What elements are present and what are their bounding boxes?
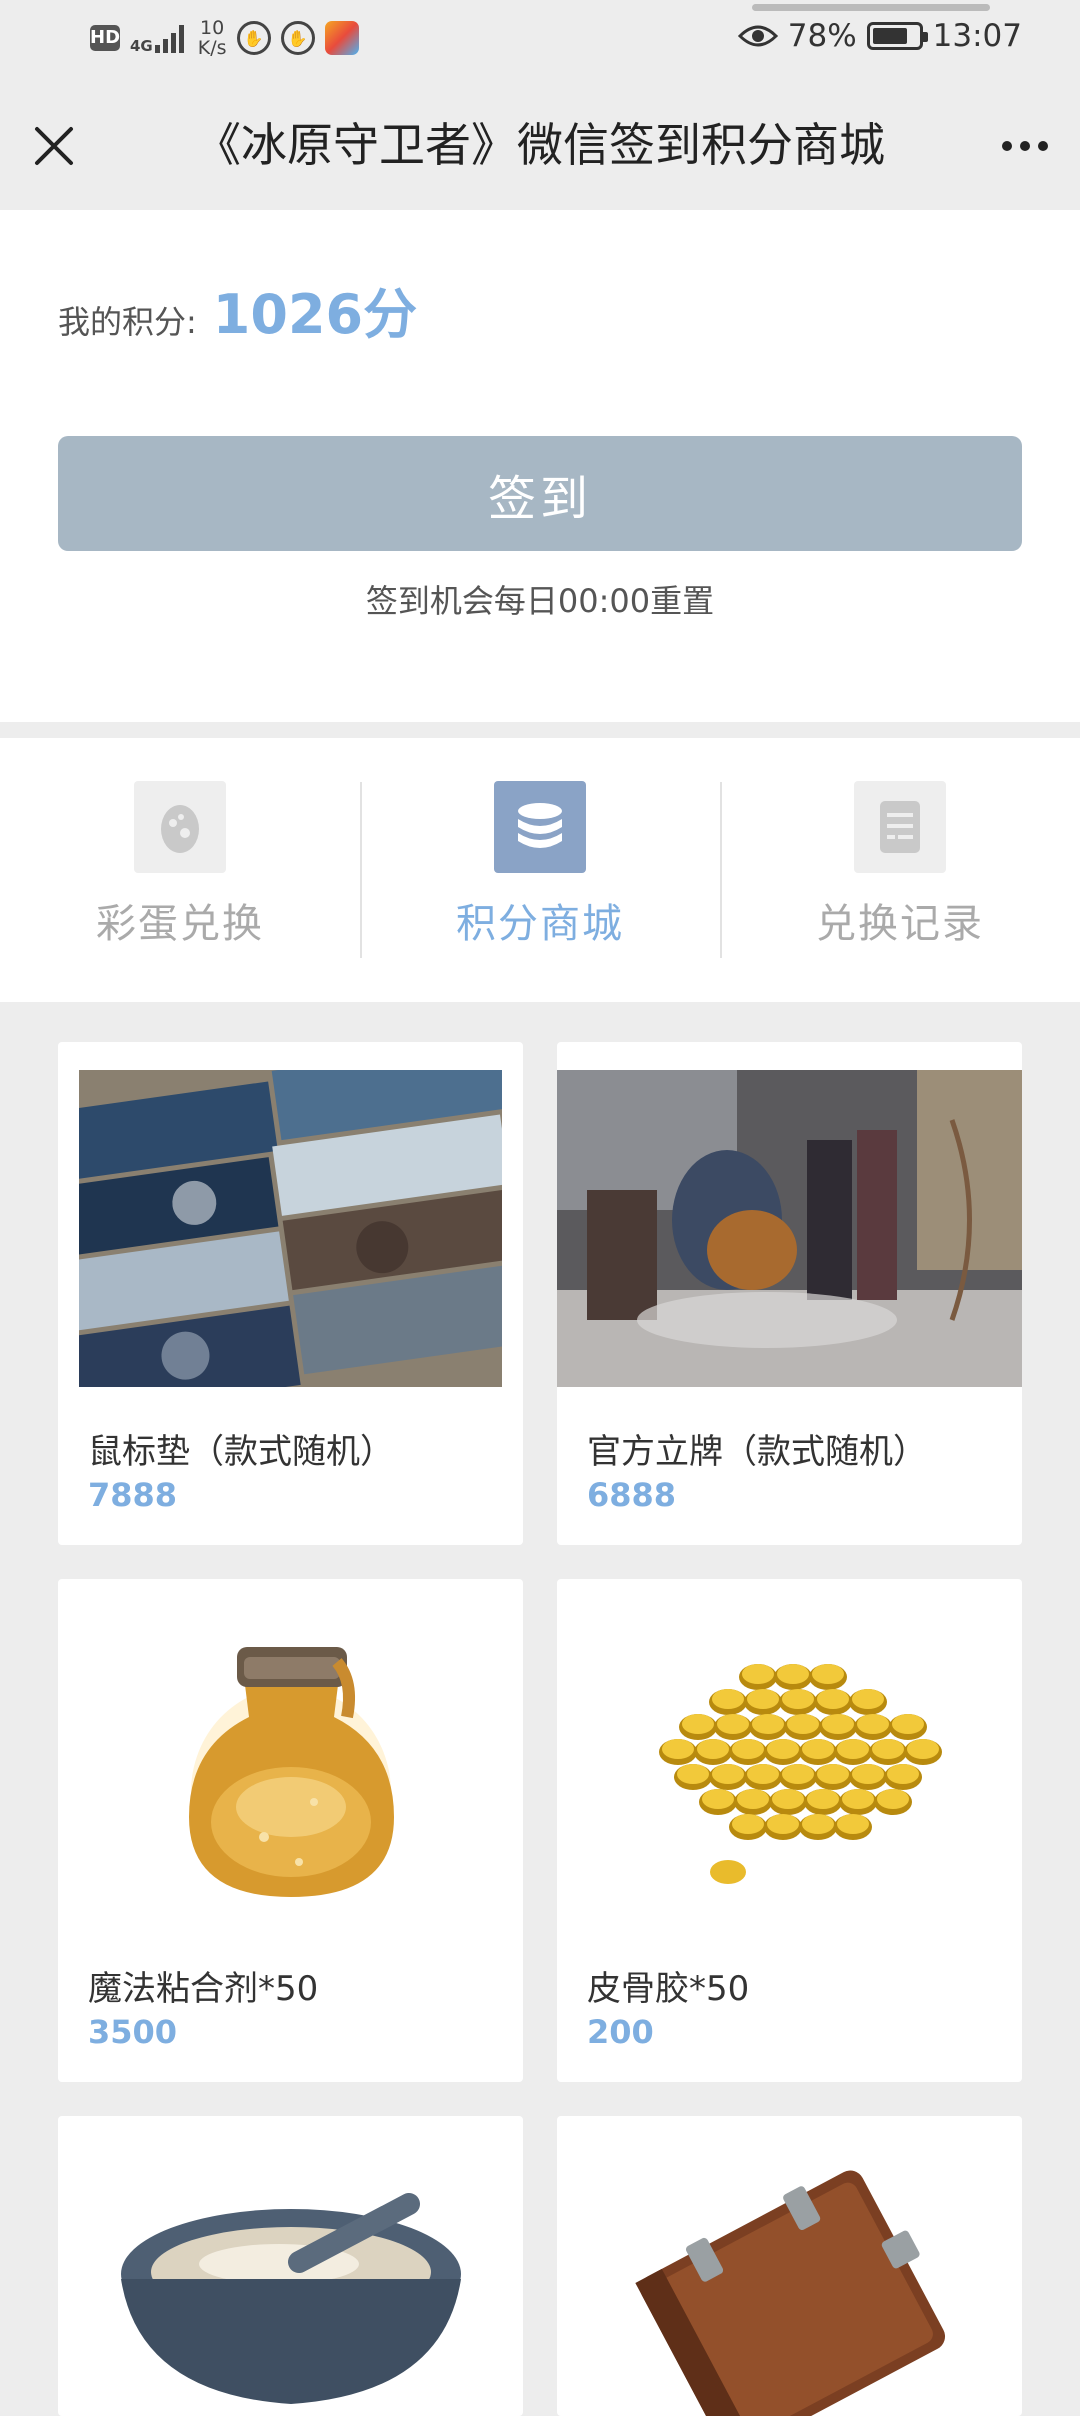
product-name: 鼠标垫（款式随机） xyxy=(88,1432,394,1472)
tab-label: 积分商城 xyxy=(456,901,624,947)
product-grid: 鼠标垫（款式随机） 7888 官方立牌（款式随机） 6888 魔法粘合剂*50 … xyxy=(58,1042,1022,2416)
product-card[interactable] xyxy=(58,2116,523,2416)
speed-unit: K/s xyxy=(197,37,227,59)
points-panel: 我的积分: 1026分 签到 签到机会每日00:00重置 xyxy=(0,210,1080,722)
tab-points-mall[interactable]: 积分商城 xyxy=(360,738,720,1002)
points-row: 我的积分: 1026分 xyxy=(58,270,417,349)
potion-bottle xyxy=(79,1607,502,1924)
document-icon xyxy=(854,781,946,873)
hd-badge: HD xyxy=(90,25,120,51)
product-card[interactable]: 鼠标垫（款式随机） 7888 xyxy=(58,1042,523,1545)
status-left: HD 4G 10 K/s ✋ ✋ xyxy=(90,18,359,58)
stone-bowl xyxy=(79,2144,502,2416)
points-label: 我的积分: xyxy=(58,303,197,341)
tab-label: 彩蛋兑换 xyxy=(96,901,264,947)
game-app-icon xyxy=(324,21,359,55)
database-icon xyxy=(494,781,586,873)
more-options-button[interactable] xyxy=(990,116,1060,176)
close-button[interactable] xyxy=(24,116,84,176)
more-dot-icon xyxy=(1020,141,1030,151)
tab-exchange-history[interactable]: 兑换记录 xyxy=(720,738,1080,1002)
signal-bars-icon xyxy=(154,23,184,53)
product-card[interactable]: 魔法粘合剂*50 3500 xyxy=(58,1579,523,2082)
gold-coins xyxy=(578,1607,1001,1924)
notification-hand-icon: ✋ xyxy=(236,21,271,55)
nav-bar: 《冰原守卫者》微信签到积分商城 xyxy=(0,80,1080,210)
category-tabs: 彩蛋兑换 积分商城 兑换记录 xyxy=(0,738,1080,1002)
product-card[interactable]: 官方立牌（款式随机） 6888 xyxy=(557,1042,1022,1545)
more-dot-icon xyxy=(1002,141,1012,151)
network-type: 4G xyxy=(130,37,153,55)
checkin-button[interactable]: 签到 xyxy=(58,436,1022,551)
status-right: 78% 13:07 xyxy=(737,18,1022,54)
speed-value: 10 xyxy=(200,17,225,39)
battery-fill xyxy=(872,28,907,44)
battery-icon xyxy=(866,22,928,50)
status-bar: HD 4G 10 K/s ✋ ✋ 78% 13:07 xyxy=(0,0,1080,80)
points-value: 1026分 xyxy=(212,283,418,346)
clock: 13:07 xyxy=(932,18,1022,54)
leather-book xyxy=(578,2144,1001,2416)
product-price: 7888 xyxy=(88,1476,178,1514)
product-price: 6888 xyxy=(587,1476,677,1514)
notch-indicator xyxy=(752,4,990,11)
acrylic-stand-photo xyxy=(557,1070,1022,1387)
mousepad-photo xyxy=(79,1070,502,1387)
product-card[interactable] xyxy=(557,2116,1022,2416)
tab-easter-egg-exchange[interactable]: 彩蛋兑换 xyxy=(0,738,360,1002)
page-title: 《冰原守卫者》微信签到积分商城 xyxy=(195,118,885,172)
tab-label: 兑换记录 xyxy=(816,901,984,947)
more-dot-icon xyxy=(1038,141,1048,151)
checkin-hint: 签到机会每日00:00重置 xyxy=(365,582,715,620)
network-speed: 10 K/s xyxy=(198,18,227,58)
notification-hand-icon-2: ✋ xyxy=(280,21,315,55)
battery-percent: 78% xyxy=(787,18,857,54)
cell-signal: 4G xyxy=(130,23,184,55)
egg-icon xyxy=(134,781,226,873)
product-price: 3500 xyxy=(88,2013,178,2051)
product-card[interactable]: 皮骨胶*50 200 xyxy=(557,1579,1022,2082)
product-name: 魔法粘合剂*50 xyxy=(88,1969,319,2009)
product-name: 皮骨胶*50 xyxy=(587,1969,750,2009)
product-name: 官方立牌（款式随机） xyxy=(587,1432,927,1472)
close-icon xyxy=(35,127,73,165)
eye-icon xyxy=(737,25,778,47)
product-price: 200 xyxy=(587,2013,654,2051)
